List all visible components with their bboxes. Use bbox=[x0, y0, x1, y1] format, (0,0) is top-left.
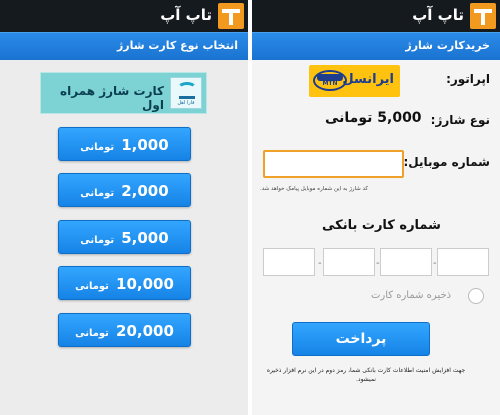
amount-button-1000[interactable]: 1,000 تومانی bbox=[58, 127, 191, 161]
save-card-label: ذخیره شماره کارت bbox=[371, 290, 452, 301]
card-number-title: شماره کارت بانکی bbox=[322, 218, 441, 233]
amount-unit: تومانی bbox=[80, 188, 115, 199]
amount-value: 10,000 bbox=[116, 275, 174, 293]
page-title: انتخاب نوع کارت شارژ bbox=[116, 39, 238, 52]
app-bar: تاپ آپ bbox=[0, 0, 248, 32]
amount-button-10000[interactable]: 10,000 تومانی bbox=[58, 266, 191, 300]
banner-title: کارت شارژ همراه اول bbox=[60, 84, 164, 112]
amount-unit: تومانی bbox=[80, 142, 115, 153]
amount-unit: تومانی bbox=[75, 281, 109, 292]
irancell-logo-icon: MTN ایرانسل bbox=[309, 65, 400, 97]
page-title: خریدکارت شارژ bbox=[405, 39, 490, 52]
hamrah-aval-logo-icon: فارا اهل bbox=[170, 77, 202, 109]
amount-button-2000[interactable]: 2,000 تومانی bbox=[58, 173, 191, 207]
amount-button-20000[interactable]: 20,000 تومانی bbox=[58, 313, 191, 347]
amount-unit: تومانی bbox=[80, 235, 115, 246]
app-logo-icon bbox=[218, 3, 244, 29]
purchase-screen: تاپ آپ خریدکارت شارژ اپراتور: MTN ایرانس… bbox=[252, 0, 500, 415]
sub-header: انتخاب نوع کارت شارژ bbox=[0, 32, 248, 60]
app-bar: تاپ آپ bbox=[252, 0, 500, 32]
app-logo-icon bbox=[470, 3, 496, 29]
mobile-hint: کد شارژ به این شماره موبایل پیامک خواهد … bbox=[260, 186, 369, 192]
amount-value: 20,000 bbox=[116, 322, 174, 340]
card-number-part-3[interactable] bbox=[380, 248, 432, 276]
mobile-label: شماره موبایل: bbox=[403, 155, 490, 169]
app-title: تاپ آپ bbox=[412, 6, 464, 24]
operator-name: ایرانسل bbox=[342, 72, 394, 87]
operator-banner[interactable]: فارا اهل کارت شارژ همراه اول bbox=[40, 72, 207, 114]
pay-button[interactable]: پرداخت bbox=[292, 322, 430, 356]
save-card-checkbox[interactable] bbox=[468, 288, 484, 304]
amount-button-5000[interactable]: 5,000 تومانی bbox=[58, 220, 191, 254]
charge-type-label: نوع شارژ: bbox=[430, 113, 490, 127]
amount-value: 1,000 bbox=[121, 136, 169, 154]
card-number-part-4[interactable] bbox=[437, 248, 489, 276]
amount-unit: تومانی bbox=[75, 328, 109, 339]
charge-type-value: 5,000 تومانی bbox=[325, 110, 422, 126]
card-separator: - bbox=[318, 258, 322, 269]
app-title: تاپ آپ bbox=[160, 6, 212, 24]
amount-value: 2,000 bbox=[121, 182, 169, 200]
card-number-part-2[interactable] bbox=[323, 248, 375, 276]
operator-label: اپراتور: bbox=[446, 72, 490, 86]
amount-value: 5,000 bbox=[121, 229, 169, 247]
mobile-input[interactable] bbox=[263, 150, 404, 178]
security-note: جهت افزایش امنیت اطلاعات کارت بانکی شما،… bbox=[266, 367, 466, 383]
sub-header: خریدکارت شارژ bbox=[252, 32, 500, 60]
charge-type-screen: تاپ آپ انتخاب نوع کارت شارژ فارا اهل کار… bbox=[0, 0, 248, 415]
card-number-part-1[interactable] bbox=[263, 248, 315, 276]
